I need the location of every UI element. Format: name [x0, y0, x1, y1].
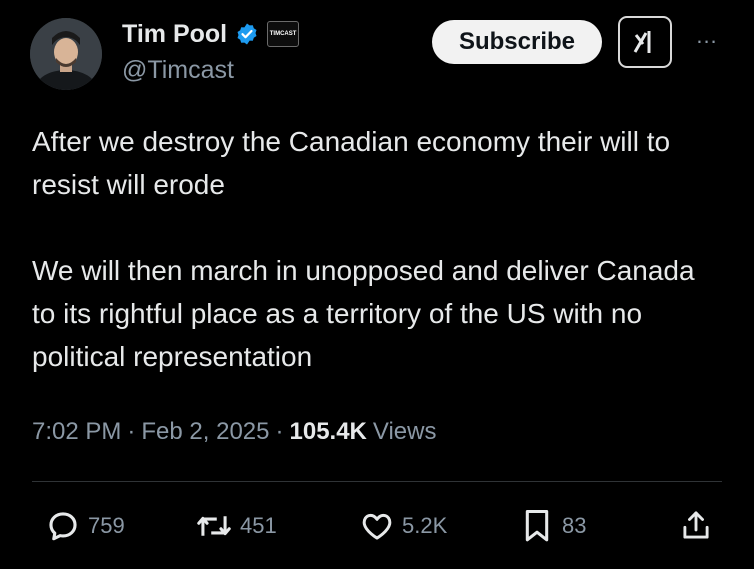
- avatar[interactable]: [30, 18, 102, 90]
- avatar-image: [30, 18, 102, 90]
- bookmark-count: 83: [562, 513, 587, 538]
- divider: [32, 481, 722, 482]
- tweet-paragraph: After we destroy the Canadian economy th…: [32, 126, 671, 200]
- author-display-name[interactable]: Tim Pool: [122, 20, 227, 49]
- author-handle[interactable]: @Timcast: [122, 56, 234, 85]
- meta-separator: ·: [127, 418, 136, 445]
- tweet-meta: 7:02 PM · Feb 2, 2025 · 105.4K Views: [32, 418, 436, 446]
- repost-count: 451: [240, 513, 277, 538]
- subscribe-button[interactable]: Subscribe: [432, 20, 602, 64]
- more-options-icon[interactable]: ...: [690, 25, 724, 47]
- reply-button[interactable]: 759: [46, 506, 125, 546]
- tweet-time[interactable]: 7:02 PM: [32, 418, 121, 446]
- reply-count: 759: [88, 513, 125, 538]
- grok-button[interactable]: [618, 16, 672, 68]
- tweet-body: After we destroy the Canadian economy th…: [32, 120, 722, 378]
- views-count[interactable]: 105.4K: [290, 418, 367, 446]
- tweet-paragraph: We will then march in unopposed and deli…: [32, 255, 695, 372]
- share-icon: [683, 511, 709, 539]
- like-count: 5.2K: [402, 513, 448, 538]
- share-button[interactable]: [680, 506, 712, 546]
- author-name-row: Tim Pool TIMCAST: [122, 18, 300, 50]
- views-label: Views: [372, 418, 437, 445]
- verified-badge-icon[interactable]: [235, 22, 259, 46]
- bookmark-button[interactable]: 83: [520, 506, 586, 546]
- repost-icon: [197, 516, 231, 536]
- reply-icon: [49, 512, 77, 541]
- grok-icon: [633, 31, 651, 53]
- repost-button[interactable]: 451: [196, 506, 277, 546]
- heart-icon: [362, 513, 392, 540]
- affiliate-badge-icon[interactable]: TIMCAST: [267, 21, 300, 47]
- tweet-date[interactable]: Feb 2, 2025: [141, 418, 269, 446]
- meta-separator: ·: [275, 418, 284, 445]
- like-button[interactable]: 5.2K: [360, 506, 447, 546]
- bookmark-icon: [525, 509, 549, 542]
